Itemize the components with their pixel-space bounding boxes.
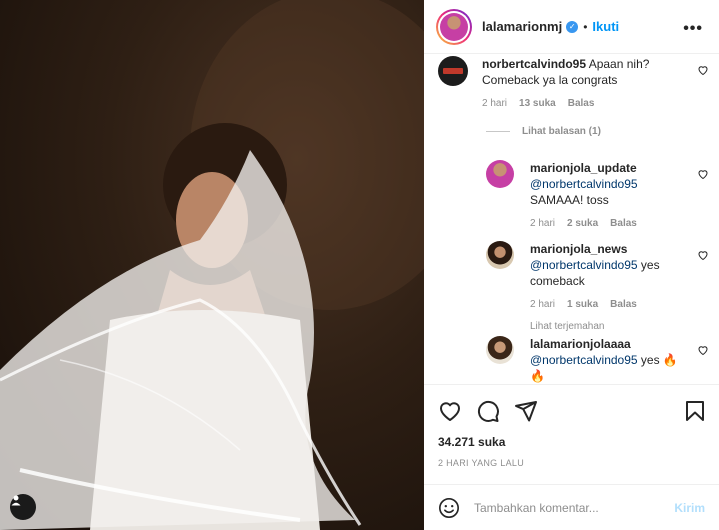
comment-time: 2 hari: [530, 218, 556, 229]
like-comment-heart-icon[interactable]: [697, 344, 709, 356]
comment-mention[interactable]: @norbertcalvindo95: [530, 177, 638, 191]
comment-text: yes: [640, 258, 660, 272]
like-comment-heart-icon[interactable]: [697, 64, 709, 76]
comment-username[interactable]: norbertcalvindo95: [482, 57, 586, 71]
comment-item: norbertcalvindo95 Apaan nih? Comeback ya…: [438, 56, 649, 112]
author-avatar[interactable]: [436, 8, 472, 45]
action-icons: [438, 399, 538, 423]
commenter-avatar[interactable]: [486, 160, 514, 188]
reply-item: marionjola_update @norbertcalvindo95 SAM…: [486, 160, 638, 232]
comment-likes[interactable]: 1 suka: [567, 297, 598, 313]
post-photo[interactable]: [0, 0, 424, 530]
post-side-panel: lalamarionmj ✓ • Ikuti ••• norbertcalvin…: [424, 0, 719, 530]
add-comment-bar: Kirim: [424, 484, 719, 530]
comments-list[interactable]: norbertcalvindo95 Apaan nih? Comeback ya…: [424, 54, 719, 384]
see-translation-link[interactable]: Lihat terjemahan: [530, 319, 660, 335]
comment-text: Apaan nih?: [588, 57, 650, 71]
commenter-avatar[interactable]: [486, 241, 514, 269]
comment-text-line2: 🔥: [530, 369, 545, 383]
comment-text: yes 🔥: [640, 353, 678, 367]
comment-username[interactable]: marionjola_news: [530, 242, 627, 256]
bride-veil-image: [0, 0, 424, 530]
emoji-icon[interactable]: [438, 497, 460, 519]
comment-meta: 2 hari 13 suka Balas: [482, 96, 649, 112]
comment-bubble-icon[interactable]: [476, 399, 500, 423]
like-heart-icon[interactable]: [438, 399, 462, 423]
post-comment-button[interactable]: Kirim: [674, 501, 705, 515]
reply-button[interactable]: Balas: [568, 96, 595, 112]
verified-badge-icon: ✓: [566, 20, 579, 33]
comment-mention[interactable]: @norbertcalvindo95: [530, 353, 638, 367]
comment-input[interactable]: [474, 500, 664, 515]
comment-text-line2: Comeback ya la congrats: [482, 73, 618, 87]
like-comment-heart-icon[interactable]: [697, 168, 709, 180]
follow-button[interactable]: Ikuti: [592, 19, 619, 34]
commenter-avatar[interactable]: [438, 56, 468, 86]
reply-button[interactable]: Balas: [610, 297, 637, 313]
reply-item: marionjola_news @norbertcalvindo95 yes c…: [486, 241, 660, 335]
reply-button[interactable]: Balas: [610, 216, 637, 232]
person-icon: [11, 495, 21, 506]
author-username[interactable]: lalamarionmj: [482, 19, 562, 34]
comment-meta: 2 hari 1 suka Balas: [530, 297, 660, 313]
comment-meta: 2 hari 2 suka Balas: [530, 216, 638, 232]
comment-time: 2 hari: [482, 98, 508, 109]
likes-count[interactable]: 34.271 suka: [438, 435, 505, 449]
header-separator: •: [583, 19, 588, 34]
like-comment-heart-icon[interactable]: [697, 249, 709, 261]
post-timestamp: 2 HARI YANG LALU: [438, 458, 524, 468]
share-send-icon[interactable]: [514, 399, 538, 423]
view-replies-button[interactable]: Lihat balasan (1): [486, 126, 601, 137]
comment-username[interactable]: marionjola_update: [530, 161, 637, 175]
reply-item: lalamarionjolaaaa @norbertcalvindo95 yes…: [486, 336, 678, 384]
comment-text: SAMAAA! toss: [530, 193, 609, 207]
comment-text-line2: comeback: [530, 274, 585, 288]
view-replies-label: Lihat balasan (1): [522, 126, 601, 137]
more-options-icon[interactable]: •••: [683, 20, 703, 38]
post-header: lalamarionmj ✓ • Ikuti •••: [424, 0, 719, 54]
save-bookmark-icon[interactable]: [683, 399, 707, 423]
comment-time: 2 hari: [530, 299, 556, 310]
comment-likes[interactable]: 13 suka: [519, 96, 556, 112]
comment-username[interactable]: lalamarionjolaaaa: [530, 337, 631, 351]
comment-likes[interactable]: 2 suka: [567, 216, 598, 232]
comment-mention[interactable]: @norbertcalvindo95: [530, 258, 638, 272]
tag-people-button[interactable]: [10, 494, 36, 520]
commenter-avatar[interactable]: [486, 336, 514, 364]
post-actions: 34.271 suka 2 HARI YANG LALU: [424, 384, 719, 468]
